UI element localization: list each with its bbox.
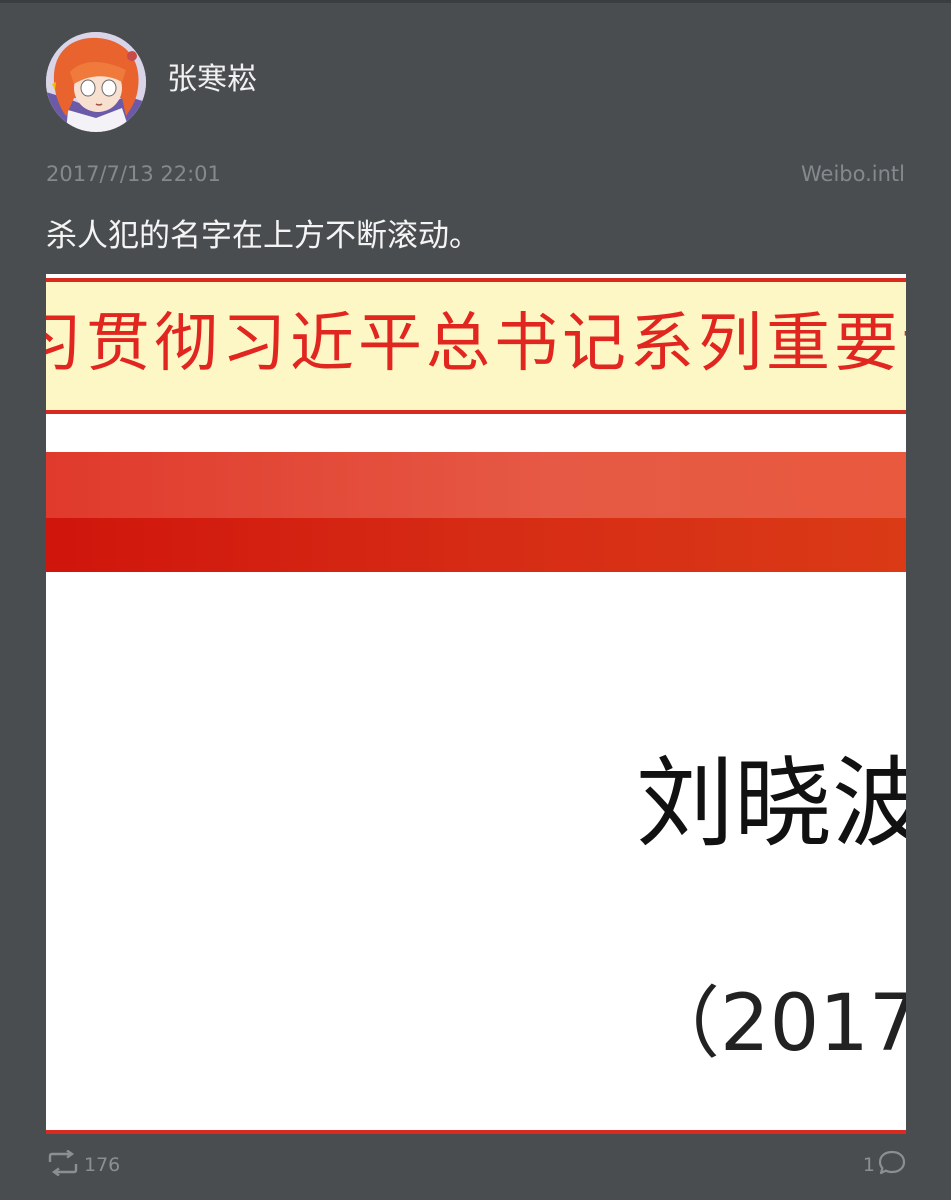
document-date: （2017- <box>642 979 906 1069</box>
red-banner-bottom <box>46 518 906 572</box>
comment-count: 1 <box>862 1154 875 1176</box>
comment-icon <box>877 1149 907 1181</box>
top-divider <box>0 0 951 3</box>
scrolling-ticker: 习贯彻习近平总书记系列重要讲话 <box>46 282 906 414</box>
repost-icon <box>46 1149 80 1180</box>
comment-button[interactable]: 1 <box>863 1150 907 1180</box>
avatar-image <box>46 32 146 132</box>
post-text: 杀人犯的名字在上方不断滚动。 <box>46 218 480 254</box>
author-name[interactable]: 张寒崧 <box>167 60 257 100</box>
post-source: Weibo.intl <box>801 162 905 186</box>
repost-button[interactable]: 176 <box>46 1149 121 1180</box>
document-name: 刘晓波 <box>636 747 906 861</box>
post-timestamp: 2017/7/13 22:01 <box>46 162 221 186</box>
avatar[interactable] <box>46 32 146 132</box>
repost-count: 176 <box>84 1154 121 1176</box>
post-image[interactable]: 习贯彻习近平总书记系列重要讲话 刘晓波 （2017- <box>46 274 906 1134</box>
red-banner-top <box>46 452 906 518</box>
image-bottom-border <box>46 1130 906 1134</box>
ticker-text: 习贯彻习近平总书记系列重要讲话 <box>46 307 906 381</box>
